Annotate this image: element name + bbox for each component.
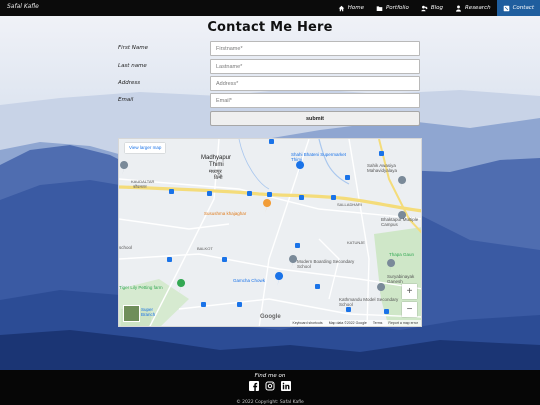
satellite-toggle[interactable] <box>123 305 140 322</box>
nav-item-blog[interactable]: Blog <box>415 0 449 16</box>
blog-icon <box>421 5 428 11</box>
map-data-text: Map data ©2022 Google <box>328 321 367 325</box>
top-navbar: Safal Kafle Home Portfolio Blog Research… <box>0 0 540 16</box>
map-label-super-branch[interactable]: Super Branch <box>141 307 165 317</box>
last-name-label: Last name <box>118 63 147 69</box>
terms-link[interactable]: Terms <box>370 320 386 326</box>
social-links <box>0 381 540 391</box>
submit-button[interactable]: submit <box>210 111 420 126</box>
page-footer: Find me on © 2022 Copyright: Safal Kafle <box>0 370 540 405</box>
nav-item-home[interactable]: Home <box>332 0 370 16</box>
map-label-katunje: KATUNJE <box>347 240 365 245</box>
last-name-field[interactable] <box>210 59 420 74</box>
linkedin-icon[interactable] <box>281 381 291 391</box>
home-icon <box>338 5 345 11</box>
nav-item-research[interactable]: Research <box>449 0 497 16</box>
nav-item-label: Blog <box>430 5 443 11</box>
address-label: Address <box>118 80 141 86</box>
nav-item-contact[interactable]: Contact <box>496 0 540 16</box>
map-label-bhaktapur-multiple: Bhaktapur Multiple Campus <box>381 217 419 227</box>
map-label-sahik: Sahik Awasiya Mahavidyalaya <box>367 163 398 173</box>
google-logo: Google <box>260 314 281 320</box>
map-label-thapa-gaun: Thapa Gaun <box>389 252 415 257</box>
nav-item-label: Contact <box>512 5 534 11</box>
map-label-balkot: BALKOT <box>197 246 213 251</box>
map-label-tiger-lily[interactable]: Tiger Lily Petting farm <box>119 285 163 290</box>
zoom-in-button[interactable]: + <box>402 284 417 299</box>
first-name-field[interactable] <box>210 41 420 56</box>
folder-icon <box>376 5 383 11</box>
map-label-kaudaltar-dev: कौडलटार <box>133 184 147 189</box>
map-label-thimi-dev: ठिमी <box>214 175 223 181</box>
nav-item-label: Home <box>347 5 364 11</box>
embedded-map[interactable]: Madhyapur Thimi मध्यपुर ठिमी KAUDALTAR क… <box>118 138 422 327</box>
report-error-link[interactable]: Report a map error <box>385 320 421 326</box>
nav-item-label: Research <box>464 5 491 11</box>
map-label-modern-boarding: Modern Boarding Secondary School <box>297 259 355 269</box>
map-label-thimi: Thimi <box>209 162 224 168</box>
map-footer: Keyboard shortcuts Map data ©2022 Google… <box>289 320 421 326</box>
person-icon <box>456 5 461 12</box>
nav-menu: Home Portfolio Blog Research Contact <box>332 0 540 16</box>
map-label-suryabinayak: Suryabinayak Ganesh <box>387 274 415 284</box>
map-label-madhyapur: Madhyapur <box>201 155 232 161</box>
page-title: Contact Me Here <box>207 20 333 35</box>
map-label-sushma[interactable]: Susushma khajaghar <box>204 211 246 216</box>
keyboard-shortcuts-link[interactable]: Keyboard shortcuts <box>290 320 326 326</box>
address-field[interactable] <box>210 76 420 91</box>
map-label-kathmandu-model: Kathmandu Model Secondary School <box>339 297 399 307</box>
view-larger-map-link[interactable]: View larger map <box>125 143 166 153</box>
nav-item-portfolio[interactable]: Portfolio <box>370 0 415 16</box>
copyright-text: © 2022 Copyright: Safal Kafle <box>236 400 304 405</box>
brand-name[interactable]: Safal Kafle <box>7 3 39 10</box>
find-me-text: Find me on <box>254 373 286 379</box>
first-name-label: First Name <box>118 45 148 51</box>
email-label: Email <box>118 97 134 103</box>
map-label-shahi-bhateni[interactable]: Shahi Bhateni Supermarket Thimi <box>291 152 351 162</box>
email-field[interactable] <box>210 93 420 108</box>
map-label-school: school <box>119 245 133 250</box>
contact-icon <box>503 5 509 11</box>
facebook-icon[interactable] <box>249 381 259 391</box>
nav-item-label: Portfolio <box>385 5 409 11</box>
instagram-icon[interactable] <box>265 381 275 391</box>
map-label-salladhari: SALLADHARI <box>337 202 362 207</box>
map-label-gamcha-chowk[interactable]: Gamcha Chowk <box>233 278 265 283</box>
zoom-out-button[interactable]: − <box>402 302 417 317</box>
